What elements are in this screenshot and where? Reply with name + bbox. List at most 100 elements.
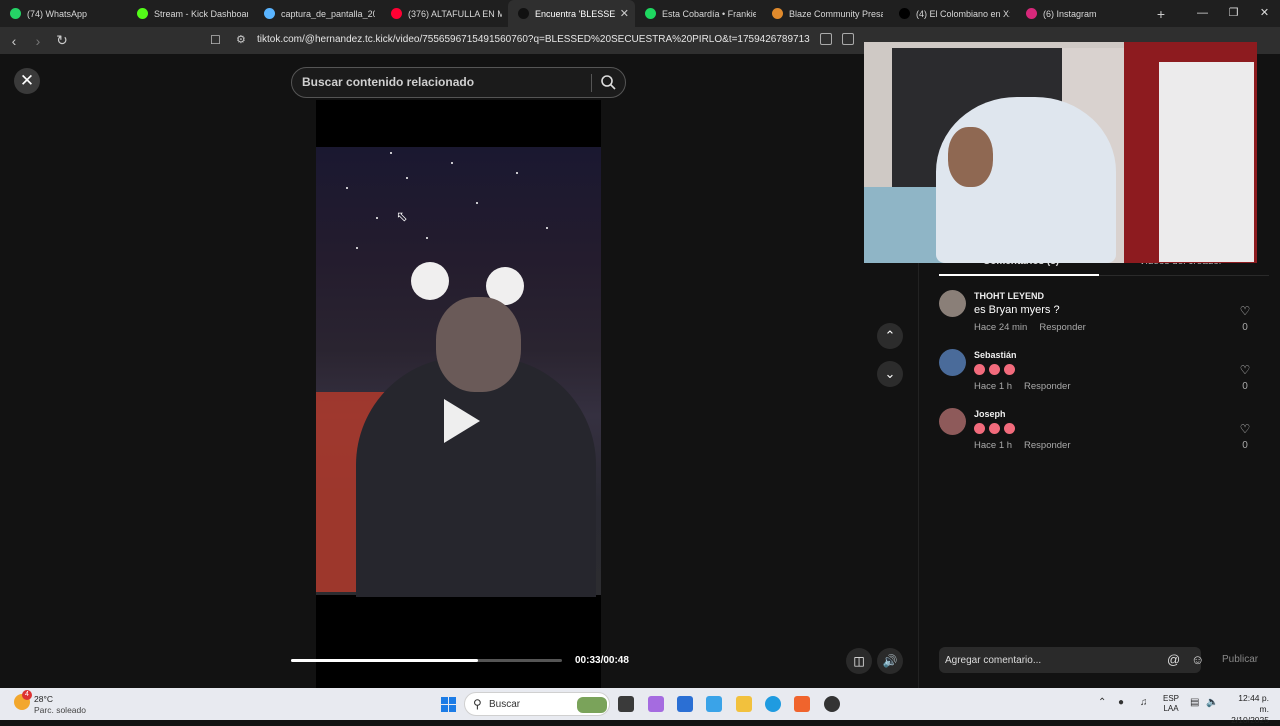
close-tab-icon[interactable]: ✕ bbox=[620, 7, 629, 20]
browser-tab[interactable]: Stream - Kick Dashboard bbox=[127, 0, 254, 27]
picture-in-picture-video[interactable] bbox=[864, 42, 1257, 263]
comment-item: Sebastián Hace 1 h Responder ♡ 0 bbox=[939, 349, 1269, 399]
video-progress-bar[interactable] bbox=[291, 659, 562, 662]
forward-button[interactable]: › bbox=[28, 33, 48, 49]
comment-text bbox=[974, 363, 1019, 375]
tab-favicon-icon bbox=[391, 8, 402, 19]
comment-input[interactable] bbox=[939, 647, 1201, 673]
tray-overflow-icon[interactable]: ⌃ bbox=[1098, 697, 1106, 708]
clock[interactable]: 12:44 p. m. 2/10/2025 bbox=[1227, 693, 1269, 726]
store-icon[interactable] bbox=[677, 696, 693, 712]
browser-tab[interactable]: Blaze Community Presale bbox=[762, 0, 889, 27]
tray-app-icon[interactable]: ● bbox=[1118, 697, 1124, 708]
reload-button[interactable]: ↻ bbox=[52, 32, 72, 49]
network-icon[interactable]: ▤ bbox=[1190, 697, 1199, 708]
search-icon: ⚲ bbox=[473, 697, 482, 711]
previous-video-button[interactable]: ⌃ bbox=[877, 323, 903, 349]
reply-button[interactable]: Responder bbox=[1024, 381, 1070, 392]
tab-title: (376) ALTAFULLA EN MISS bbox=[408, 8, 502, 19]
comment-text: es Bryan myers ? bbox=[974, 304, 1060, 316]
brave-icon[interactable] bbox=[794, 696, 810, 712]
avatar[interactable] bbox=[939, 349, 966, 376]
comment-item: Joseph Hace 1 h Responder ♡ 0 bbox=[939, 408, 1269, 458]
comment-meta: Hace 1 h Responder bbox=[974, 381, 1071, 392]
comment-time: Hace 24 min bbox=[974, 322, 1028, 333]
back-button[interactable]: ‹ bbox=[4, 33, 24, 49]
taskbar-search[interactable]: ⚲ Buscar bbox=[464, 692, 610, 716]
avatar[interactable] bbox=[939, 408, 966, 435]
search-icon[interactable] bbox=[600, 73, 616, 91]
play-icon[interactable] bbox=[444, 399, 480, 443]
extension-icon[interactable] bbox=[820, 33, 832, 45]
mini-player-icon[interactable]: ◫ bbox=[846, 648, 872, 674]
browser-tab[interactable]: (4) El Colombiano en X: " bbox=[889, 0, 1016, 27]
tab-favicon-icon bbox=[264, 8, 275, 19]
browser-tab[interactable]: Esta Cobardía • Frankie Ru bbox=[635, 0, 762, 27]
minimize-button[interactable]: — bbox=[1187, 0, 1218, 27]
comment-username[interactable]: THOHT LEYEND bbox=[974, 291, 1044, 301]
extension-icon[interactable] bbox=[842, 33, 854, 45]
tab-title: Encuentra 'BLESSED S bbox=[535, 8, 616, 19]
bookmark-icon[interactable]: ☐ bbox=[210, 33, 221, 47]
tab-favicon-icon bbox=[899, 8, 910, 19]
tab-title: Esta Cobardía • Frankie Ru bbox=[662, 8, 756, 19]
heart-icon[interactable]: ♡ bbox=[1239, 422, 1251, 436]
volume-tray-icon[interactable]: 🔈 bbox=[1206, 697, 1218, 708]
tab-title: (4) El Colombiano en X: " bbox=[916, 8, 1010, 19]
browser-tab[interactable]: captura_de_pantalla_2020 bbox=[254, 0, 381, 27]
close-window-button[interactable]: ✕ bbox=[1249, 0, 1280, 27]
new-tab-button[interactable]: + bbox=[1149, 6, 1173, 22]
tab-favicon-icon bbox=[645, 8, 656, 19]
publish-button[interactable]: Publicar bbox=[1222, 654, 1258, 665]
snipping-tool-icon[interactable] bbox=[706, 696, 722, 712]
weather-condition: Parc. soleado bbox=[34, 705, 86, 715]
tab-title: captura_de_pantalla_2020 bbox=[281, 8, 375, 19]
reply-button[interactable]: Responder bbox=[1024, 440, 1070, 451]
url-text[interactable]: tiktok.com/@hernandez.tc.kick/video/7556… bbox=[257, 34, 810, 45]
comment-time: Hace 1 h bbox=[974, 381, 1013, 392]
search-divider bbox=[591, 74, 592, 92]
avatar[interactable] bbox=[939, 290, 966, 317]
input-language[interactable]: ESP LAA bbox=[1163, 694, 1179, 714]
comment-username[interactable]: Sebastián bbox=[974, 350, 1017, 360]
tab-favicon-icon bbox=[772, 8, 783, 19]
temperature: 28°C bbox=[34, 694, 53, 704]
next-video-button[interactable]: ⌄ bbox=[877, 361, 903, 387]
site-settings-icon[interactable]: ⚙ bbox=[236, 33, 246, 46]
taskbar: 4 28°C Parc. soleado ⚲ Buscar ⌃ ● ♫ ESP L… bbox=[0, 688, 1280, 725]
browser-tab[interactable]: (376) ALTAFULLA EN MISS bbox=[381, 0, 508, 27]
emoji-icon bbox=[1004, 422, 1015, 434]
maximize-button[interactable]: ❐ bbox=[1218, 0, 1249, 27]
weather-badge: 4 bbox=[22, 690, 32, 700]
browser-tab[interactable]: Encuentra 'BLESSED S ✕ bbox=[508, 0, 635, 27]
reply-button[interactable]: Responder bbox=[1039, 322, 1085, 333]
copilot-icon[interactable] bbox=[648, 696, 664, 712]
start-icon[interactable] bbox=[441, 697, 456, 712]
video-player[interactable] bbox=[316, 100, 601, 688]
comment-text bbox=[974, 422, 1019, 434]
obs-icon[interactable] bbox=[824, 696, 840, 712]
file-explorer-icon[interactable] bbox=[736, 696, 752, 712]
comment-username[interactable]: Joseph bbox=[974, 409, 1006, 419]
emoji-icon[interactable]: ☺ bbox=[1191, 652, 1204, 667]
browser-tab[interactable]: (74) WhatsApp bbox=[0, 0, 127, 27]
emoji-icon bbox=[974, 363, 985, 375]
volume-icon[interactable]: 🔊 bbox=[877, 648, 903, 674]
search-input[interactable] bbox=[302, 75, 582, 89]
comment-meta: Hace 24 min Responder bbox=[974, 322, 1086, 333]
task-view-icon[interactable] bbox=[618, 696, 634, 712]
heart-icon[interactable]: ♡ bbox=[1239, 363, 1251, 377]
comment-meta: Hace 1 h Responder bbox=[974, 440, 1071, 451]
heart-icon[interactable]: ♡ bbox=[1239, 304, 1251, 318]
comment-time: Hace 1 h bbox=[974, 440, 1013, 451]
edge-icon[interactable] bbox=[765, 696, 781, 712]
emoji-icon bbox=[989, 363, 1000, 375]
search-box bbox=[291, 67, 626, 98]
active-tab-underline bbox=[939, 274, 1099, 276]
microphone-icon[interactable]: ♫ bbox=[1140, 697, 1148, 708]
mention-icon[interactable]: @ bbox=[1167, 652, 1180, 667]
browser-tab[interactable]: (6) Instagram bbox=[1016, 0, 1143, 27]
like-count: 0 bbox=[1242, 322, 1248, 333]
video-time: 00:33/00:48 bbox=[575, 655, 629, 666]
close-video-button[interactable]: ✕ bbox=[14, 68, 40, 94]
